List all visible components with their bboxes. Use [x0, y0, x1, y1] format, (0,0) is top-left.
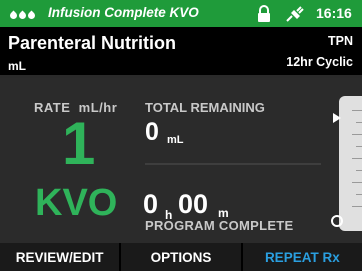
volume-gauge: [339, 96, 362, 231]
status-time: 16:16: [316, 5, 352, 21]
time-hours: 0: [143, 189, 159, 219]
total-remaining-label: TOTAL REMAINING: [145, 100, 265, 115]
softkey-bar: REVIEW/EDIT OPTIONS REPEAT Rx: [0, 243, 362, 271]
therapy-label: TPN: [328, 34, 353, 48]
drops-icon: [8, 7, 38, 21]
ac-power-plug-icon: [286, 6, 304, 22]
mode-label: 12hr Cyclic: [286, 55, 353, 69]
program-header: Parenteral Nutrition mL TPN 12hr Cyclic: [0, 27, 362, 75]
rate-value: 1: [62, 110, 96, 177]
drug-name: Parenteral Nutrition: [8, 33, 177, 53]
total-remaining-value: 0: [145, 118, 159, 146]
section-divider: [145, 163, 321, 165]
time-minutes: 00: [178, 189, 209, 219]
rate-mode: KVO: [35, 182, 118, 224]
total-remaining-unit: mL: [167, 134, 184, 146]
gauge-end-marker-icon: [331, 215, 343, 227]
status-title: Infusion Complete KVO: [48, 5, 199, 20]
lock-icon: [258, 5, 270, 22]
main-panel: RATE mL/hr 1 KVO TOTAL REMAINING 0 mL 0 …: [0, 78, 362, 243]
repeat-rx-button[interactable]: REPEAT Rx: [242, 243, 362, 271]
status-bar: Infusion Complete KVO 16:16: [0, 0, 362, 27]
gauge-pointer-icon: [333, 113, 341, 123]
options-button[interactable]: OPTIONS: [121, 243, 243, 271]
dose-unit: mL: [8, 59, 26, 73]
program-status: PROGRAM COMPLETE: [145, 218, 294, 233]
review-edit-button[interactable]: REVIEW/EDIT: [0, 243, 122, 271]
